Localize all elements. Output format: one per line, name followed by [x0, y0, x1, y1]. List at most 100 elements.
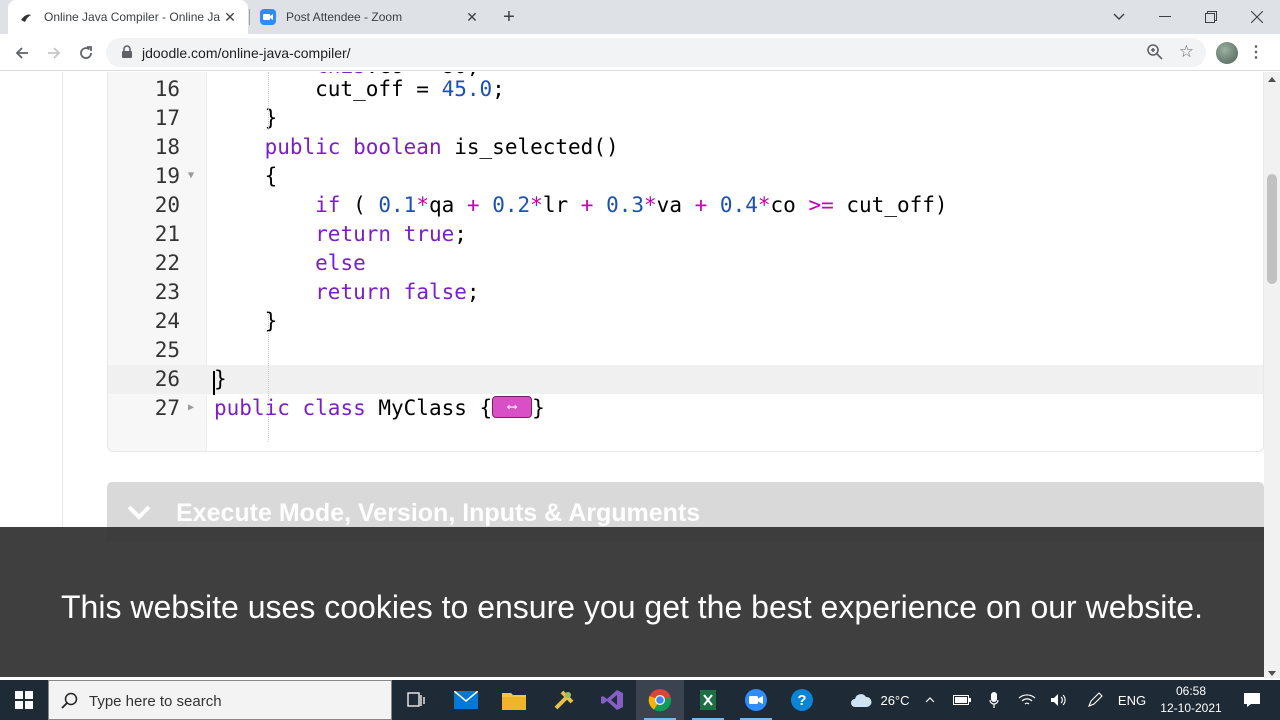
- page-scrollbar[interactable]: [1264, 72, 1280, 678]
- clock-time: 06:58: [1175, 684, 1207, 698]
- pen-icon[interactable]: [1084, 680, 1106, 720]
- browser-tab-strip: Online Java Compiler - Online Ja ✕ Post …: [0, 0, 1280, 34]
- battery-icon[interactable]: [950, 680, 974, 720]
- cookie-message: This website uses cookies to ensure you …: [61, 589, 1203, 625]
- tab-post-attendee-zoom[interactable]: Post Attendee - Zoom ✕: [250, 0, 490, 34]
- code-line[interactable]: 26}: [108, 365, 1263, 395]
- code-text: public class MyClass {}: [214, 394, 545, 423]
- chevron-down-icon: [127, 505, 151, 520]
- language-indicator[interactable]: ENG: [1114, 680, 1150, 720]
- address-bar[interactable]: jdoodle.com/online-java-compiler/ ☆: [106, 38, 1206, 67]
- indent-guide: [268, 72, 269, 130]
- reload-icon[interactable]: [73, 40, 99, 66]
- text-cursor: [213, 371, 215, 395]
- cookie-banner: This website uses cookies to ensure you …: [0, 527, 1264, 677]
- close-window-button[interactable]: [1234, 0, 1280, 34]
- wifi-icon[interactable]: [1016, 680, 1038, 720]
- code-line[interactable]: 22 else: [108, 249, 1263, 278]
- page-left-rule: [62, 72, 63, 532]
- new-tab-button[interactable]: +: [498, 7, 520, 29]
- cloud-icon: [851, 694, 872, 707]
- tab-close-icon[interactable]: ✕: [222, 9, 238, 25]
- chrome-taskbar-icon[interactable]: [636, 680, 684, 720]
- code-line[interactable]: 18 public boolean is_selected(): [108, 133, 1263, 162]
- code-line[interactable]: 20 if ( 0.1*qa + 0.2*lr + 0.3*va + 0.4*c…: [108, 191, 1263, 220]
- windows-start-icon[interactable]: [0, 680, 48, 720]
- scrollbar-thumb[interactable]: [1267, 174, 1277, 284]
- visual-studio-icon[interactable]: [588, 680, 636, 720]
- line-number: 27: [154, 396, 180, 420]
- restore-window-button[interactable]: [1188, 0, 1234, 34]
- forward-arrow-icon[interactable]: [41, 40, 67, 66]
- line-number: 23: [154, 280, 180, 304]
- search-icon: [61, 692, 78, 709]
- folded-code-marker[interactable]: [492, 396, 533, 418]
- line-number: 25: [154, 338, 180, 362]
- line-number: 17: [154, 106, 180, 130]
- back-arrow-icon[interactable]: [9, 40, 35, 66]
- microphone-icon[interactable]: [984, 680, 1004, 720]
- page-content: this.co = 80; 16 cut_off = 45.0;17 }18 p…: [0, 72, 1280, 720]
- line-number: 20: [154, 193, 180, 217]
- tools-app-icon[interactable]: [540, 680, 588, 720]
- zoom-favicon-icon: [260, 9, 276, 25]
- tab-online-java-compiler[interactable]: Online Java Compiler - Online Ja ✕: [8, 0, 248, 34]
- code-editor[interactable]: this.co = 80; 16 cut_off = 45.0;17 }18 p…: [107, 72, 1264, 452]
- clock-date: 12-10-2021: [1160, 701, 1222, 715]
- code-text: return true;: [315, 222, 467, 246]
- bookmark-star-icon[interactable]: ☆: [1179, 42, 1194, 62]
- line-number: 22: [154, 251, 180, 275]
- tab-search-chevron-down-icon[interactable]: [1096, 0, 1142, 34]
- scroll-down-arrow-icon[interactable]: [1268, 671, 1276, 676]
- fold-collapse-icon[interactable]: ▼: [188, 171, 198, 181]
- mail-app-icon[interactable]: [442, 680, 490, 720]
- tab-close-icon[interactable]: ✕: [464, 9, 480, 25]
- line-number: 18: [154, 135, 180, 159]
- tab-title: Post Attendee - Zoom: [286, 10, 403, 24]
- fold-expand-icon[interactable]: ▶: [188, 403, 198, 413]
- profile-avatar[interactable]: [1216, 42, 1238, 64]
- line-number: 19: [154, 164, 180, 188]
- code-line[interactable]: 17 }: [108, 104, 1263, 133]
- code-line[interactable]: 24 }: [108, 307, 1263, 336]
- search-placeholder: Type here to search: [89, 693, 222, 710]
- tab-title: Online Java Compiler - Online Ja: [44, 10, 221, 24]
- weather-temperature: 26°C: [880, 692, 910, 708]
- code-line[interactable]: 25: [108, 336, 1263, 365]
- spreadsheet-app-icon[interactable]: [684, 680, 732, 720]
- line-number: 26: [154, 367, 180, 391]
- volume-icon[interactable]: [1048, 680, 1070, 720]
- code-line[interactable]: 21 return true;: [108, 220, 1263, 249]
- code-text: }: [214, 367, 227, 391]
- taskbar-search-box[interactable]: Type here to search: [48, 680, 392, 720]
- lock-icon: [122, 45, 132, 58]
- file-explorer-icon[interactable]: [490, 680, 538, 720]
- url-text: jdoodle.com/online-java-compiler/: [142, 45, 351, 61]
- zoom-taskbar-icon[interactable]: [732, 680, 780, 720]
- code-line[interactable]: 23 return false;: [108, 278, 1263, 307]
- code-line[interactable]: 16 cut_off = 45.0;: [108, 75, 1263, 104]
- weather-widget[interactable]: 26°C: [840, 680, 920, 720]
- line-number: 16: [154, 77, 180, 101]
- task-view-icon[interactable]: [392, 680, 440, 720]
- windows-taskbar: Type here to search ? 26°C ENG 06:58 12-…: [0, 680, 1280, 720]
- browser-menu-icon[interactable]: ⋮: [1248, 42, 1264, 64]
- code-line[interactable]: 19 ▼ {: [108, 162, 1263, 191]
- minimize-window-button[interactable]: [1142, 0, 1188, 34]
- help-icon[interactable]: ?: [778, 680, 826, 720]
- tray-chevron-up-icon[interactable]: [920, 680, 940, 720]
- code-line[interactable]: 27 ▶ public class MyClass {}: [108, 394, 1263, 423]
- scroll-up-arrow-icon[interactable]: [1268, 77, 1276, 82]
- jdoodle-favicon-icon: [18, 9, 34, 25]
- code-text: else: [315, 251, 366, 275]
- notification-center-icon[interactable]: [1232, 680, 1272, 720]
- code-text: {: [214, 164, 278, 188]
- code-text: if ( 0.1*qa + 0.2*lr + 0.3*va + 0.4*co >…: [315, 193, 948, 217]
- code-text: return false;: [315, 280, 480, 304]
- taskbar-clock[interactable]: 06:58 12-10-2021: [1150, 683, 1232, 717]
- line-number: 21: [154, 222, 180, 246]
- code-text: cut_off = 45.0;: [214, 77, 505, 101]
- code-text: public boolean is_selected(): [264, 135, 619, 159]
- line-number: 24: [154, 309, 180, 333]
- zoom-icon[interactable]: [1146, 43, 1164, 61]
